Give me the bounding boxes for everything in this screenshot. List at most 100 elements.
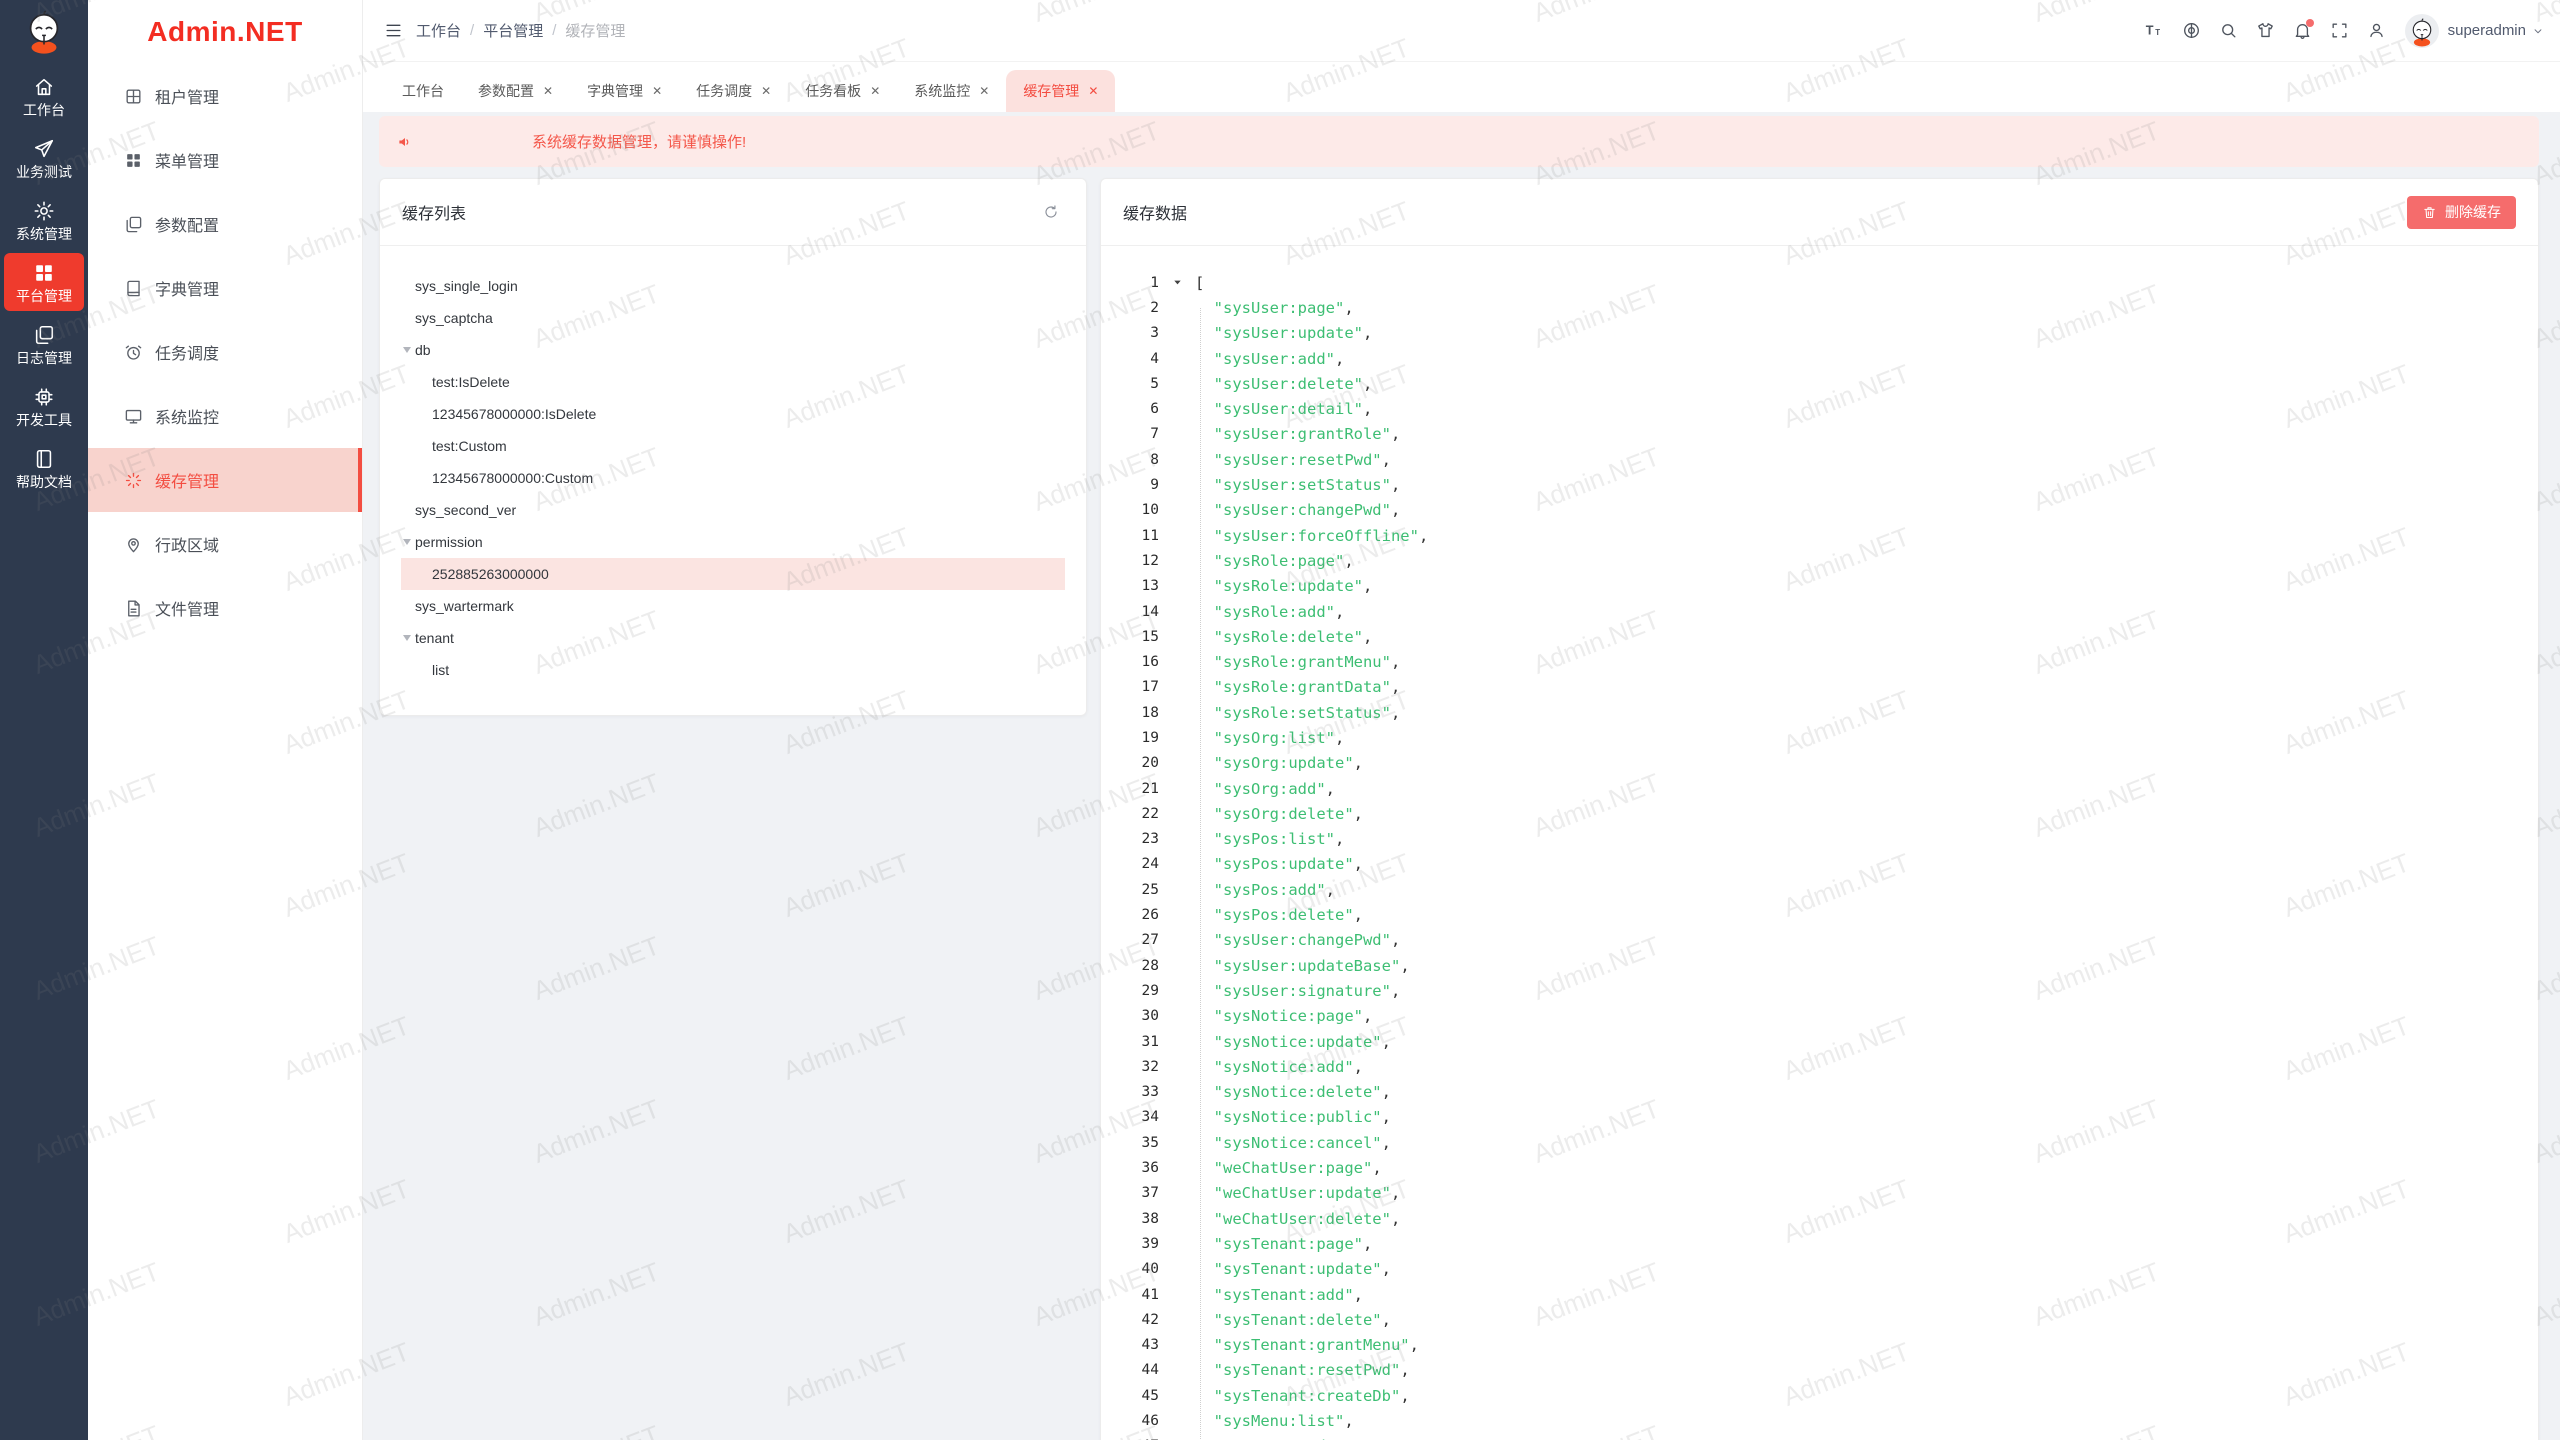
tree-node[interactable]: 252885263000000 — [401, 558, 1065, 590]
expand-arrow-icon[interactable] — [403, 347, 411, 353]
rail-item-logs[interactable]: 日志管理 — [4, 315, 84, 373]
code-text — [1195, 678, 1214, 696]
tab-workbench[interactable]: 工作台 — [385, 70, 461, 112]
code-text — [1195, 704, 1214, 722]
close-icon[interactable]: ✕ — [761, 84, 771, 98]
code-line: 10 "sysUser:changePwd", — [1101, 498, 2538, 523]
code-punctuation: , — [1354, 805, 1363, 823]
sidebar-item-dict[interactable]: 字典管理 — [88, 256, 362, 320]
tree-node[interactable]: 12345678000000:Custom — [401, 462, 1065, 494]
search-icon[interactable] — [2210, 11, 2247, 51]
code-punctuation: , — [1391, 678, 1400, 696]
tree-node[interactable]: sys_second_ver — [401, 494, 1065, 526]
refresh-icon[interactable] — [1038, 199, 1064, 225]
breadcrumb-item[interactable]: 平台管理 — [483, 20, 543, 41]
code-punctuation: , — [1382, 451, 1391, 469]
rail-item-workbench[interactable]: 工作台 — [4, 67, 84, 125]
expand-arrow-icon[interactable] — [403, 539, 411, 545]
rail-item-platform[interactable]: 平台管理 — [4, 253, 84, 311]
tab-schedule[interactable]: 任务调度✕ — [679, 70, 788, 112]
sidebar-item-region[interactable]: 行政区域 — [88, 512, 362, 576]
code-text — [1195, 628, 1214, 646]
sidebar-item-file[interactable]: 文件管理 — [88, 576, 362, 640]
tree-node[interactable]: test:Custom — [401, 430, 1065, 462]
theme-icon[interactable] — [2247, 11, 2284, 51]
tab-config[interactable]: 参数配置 ✕ — [461, 70, 570, 112]
code-string: "sysNotice:page" — [1214, 1007, 1363, 1025]
chevron-down-icon[interactable] — [2531, 24, 2545, 38]
close-icon[interactable]: ✕ — [652, 84, 662, 98]
font-size-icon[interactable]: TT — [2136, 11, 2173, 51]
code-string: "sysRole:grantData" — [1214, 678, 1391, 696]
code-text — [1195, 754, 1214, 772]
close-icon[interactable]: ✕ — [979, 84, 989, 98]
tree-node[interactable]: test:IsDelete — [401, 366, 1065, 398]
breadcrumb-item[interactable]: 工作台 — [416, 20, 461, 41]
delete-cache-button[interactable]: 删除缓存 — [2407, 196, 2516, 229]
avatar[interactable] — [2405, 14, 2439, 48]
tree-node[interactable]: sys_single_login — [401, 270, 1065, 302]
rail-item-biztest[interactable]: 业务测试 — [4, 129, 84, 187]
tab-dict[interactable]: 字典管理✕ — [570, 70, 679, 112]
tab-label: 参数配置 — [478, 81, 534, 101]
tree-node[interactable]: tenant — [401, 622, 1065, 654]
tree-node[interactable]: db — [401, 334, 1065, 366]
code-line: 15 "sysRole:delete", — [1101, 624, 2538, 649]
alert-text: 系统缓存数据管理，请谨慎操作! — [532, 131, 746, 152]
rail-item-devtools[interactable]: 开发工具 — [4, 377, 84, 435]
language-icon[interactable] — [2173, 11, 2210, 51]
code-string: "sysUser:detail" — [1214, 400, 1363, 418]
tree-node[interactable]: 12345678000000:IsDelete — [401, 398, 1065, 430]
close-icon[interactable]: ✕ — [870, 84, 880, 98]
tree-node[interactable]: list — [401, 654, 1065, 686]
close-icon[interactable]: ✕ — [543, 84, 553, 98]
line-number: 4 — [1101, 351, 1159, 367]
code-punctuation: , — [1382, 1108, 1391, 1126]
code-text — [1195, 1108, 1214, 1126]
file-icon — [124, 599, 143, 618]
tree-node[interactable]: sys_captcha — [401, 302, 1065, 334]
fullscreen-icon[interactable] — [2321, 11, 2358, 51]
code-line: 1[ — [1101, 270, 2538, 295]
tree-node[interactable]: sys_wartermark — [401, 590, 1065, 622]
line-number: 42 — [1101, 1312, 1159, 1328]
sidebar-item-menu[interactable]: 菜单管理 — [88, 128, 362, 192]
code-string: "sysUser:add" — [1214, 350, 1335, 368]
code-string: "sysPos:delete" — [1214, 906, 1354, 924]
bell-icon[interactable] — [2284, 11, 2321, 51]
line-number: 5 — [1101, 376, 1159, 392]
breadcrumb: 工作台/平台管理/缓存管理 — [416, 20, 625, 41]
code-string: "sysRole:grantMenu" — [1214, 653, 1391, 671]
tab-cache[interactable]: 缓存管理✕ — [1006, 70, 1115, 112]
code-string: "sysOrg:delete" — [1214, 805, 1354, 823]
sidebar-item-monitor[interactable]: 系统监控 — [88, 384, 362, 448]
code-line: 44 "sysTenant:resetPwd", — [1101, 1358, 2538, 1383]
expand-arrow-icon[interactable] — [403, 635, 411, 641]
sidebar-item-label: 参数配置 — [155, 212, 219, 236]
warning-alert: 系统缓存数据管理，请谨慎操作! — [379, 116, 2539, 167]
tree-node[interactable]: permission — [401, 526, 1065, 558]
code-line: 37 "weChatUser:update", — [1101, 1181, 2538, 1206]
rail-item-label: 日志管理 — [16, 351, 72, 365]
breadcrumb-item[interactable]: 缓存管理 — [565, 20, 625, 41]
sidebar-item-tenant[interactable]: 租户管理 — [88, 64, 362, 128]
sidebar-item-schedule[interactable]: 任务调度 — [88, 320, 362, 384]
rail-item-system[interactable]: 系统管理 — [4, 191, 84, 249]
rail-item-docs[interactable]: 帮助文档 — [4, 439, 84, 497]
collapse-menu-icon[interactable] — [378, 16, 408, 46]
sidebar-item-cache[interactable]: 缓存管理 — [88, 448, 362, 512]
tab-label: 任务看板 — [805, 81, 861, 101]
tab-monitor[interactable]: 系统监控✕ — [897, 70, 1006, 112]
user-icon[interactable] — [2358, 11, 2395, 51]
code-punctuation: , — [1363, 628, 1372, 646]
username[interactable]: superadmin — [2448, 22, 2526, 39]
code-string: "sysUser:update" — [1214, 324, 1363, 342]
font-size-icon: TT — [2145, 21, 2164, 40]
code-text — [1195, 982, 1214, 1000]
fold-arrow-icon[interactable] — [1159, 277, 1195, 288]
sidebar-item-config[interactable]: 参数配置 — [88, 192, 362, 256]
code-line: 12 "sysRole:page", — [1101, 548, 2538, 573]
tab-board[interactable]: 任务看板 ✕ — [788, 70, 897, 112]
line-number: 45 — [1101, 1388, 1159, 1404]
close-icon[interactable]: ✕ — [1088, 84, 1098, 98]
